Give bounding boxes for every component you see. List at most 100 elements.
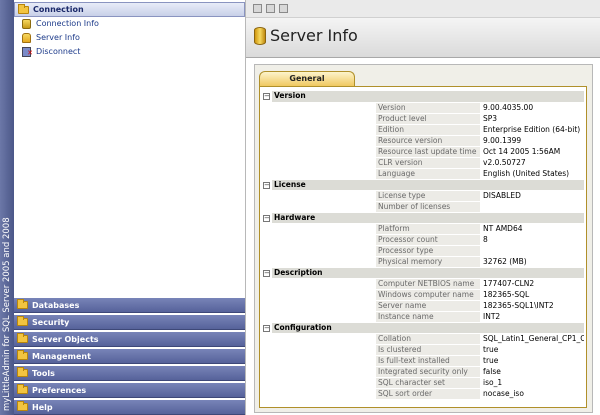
property-label: SQL sort order — [376, 388, 480, 400]
nav-item-server-info[interactable]: Server Info — [22, 32, 80, 44]
collapse-toggle-icon[interactable]: − — [262, 179, 272, 191]
collapse-toggle-icon[interactable]: − — [262, 267, 272, 279]
property-label: Platform — [376, 223, 480, 235]
print-icon[interactable] — [279, 4, 288, 13]
property-value: SP3 — [480, 113, 584, 125]
folder-icon — [17, 384, 28, 394]
folder-icon — [17, 316, 28, 326]
property-label: Number of licenses — [376, 201, 480, 213]
property-label: Windows computer name — [376, 289, 480, 301]
section-title: Version — [272, 91, 584, 103]
property-row: Number of licenses — [262, 201, 584, 213]
section-header[interactable]: − Version — [262, 91, 584, 103]
property-row: Windows computer name 182365-SQL — [262, 289, 584, 301]
property-row: CLR version v2.0.50727 — [262, 157, 584, 169]
property-row: Edition Enterprise Edition (64-bit) — [262, 124, 584, 136]
property-row: Instance name INT2 — [262, 311, 584, 323]
property-label: Is clustered — [376, 344, 480, 356]
property-row: Processor count 8 — [262, 234, 584, 246]
nav-group-label: Tools — [32, 368, 55, 378]
property-row: Is clustered true — [262, 344, 584, 356]
nav-group-label: Preferences — [32, 385, 87, 395]
property-value: 8 — [480, 234, 584, 246]
property-value — [480, 245, 584, 257]
folder-open-icon — [18, 3, 29, 14]
nav-group-connection[interactable]: Connection — [14, 2, 245, 17]
property-row: Physical memory 32762 (MB) — [262, 256, 584, 268]
property-label: Server name — [376, 300, 480, 312]
section-title: License — [272, 179, 584, 191]
toolbar — [246, 0, 600, 18]
folder-icon — [17, 350, 28, 360]
property-label: Is full-text installed — [376, 355, 480, 367]
property-value: v2.0.50727 — [480, 157, 584, 169]
property-label: Processor type — [376, 245, 480, 257]
section-header[interactable]: − Configuration — [262, 322, 584, 334]
page-header: Server Info — [246, 18, 600, 58]
nav-group-label: Connection — [33, 5, 84, 14]
property-value: 177407-CLN2 — [480, 278, 584, 290]
property-row: License type DISABLED — [262, 190, 584, 202]
property-row: Computer NETBIOS name 177407-CLN2 — [262, 278, 584, 290]
collapse-toggle-icon[interactable]: − — [262, 322, 272, 334]
property-value: SQL_Latin1_General_CP1_CI_AS — [480, 333, 584, 345]
folder-icon — [17, 333, 28, 343]
property-label: Integrated security only — [376, 366, 480, 378]
collapse-toggle-icon[interactable]: − — [262, 91, 272, 103]
nav-item-label: Server Info — [36, 33, 80, 42]
property-value: iso_1 — [480, 377, 584, 389]
nav-group-tools[interactable]: Tools — [14, 366, 245, 381]
property-row: Resource version 9.00.1399 — [262, 135, 584, 147]
nav-group-security[interactable]: Security — [14, 315, 245, 330]
property-value: 9.00.1399 — [480, 135, 584, 147]
nav-item-connection-info[interactable]: Connection Info — [22, 18, 99, 30]
nav-item-disconnect[interactable]: Disconnect — [22, 46, 80, 59]
section-title: Description — [272, 267, 584, 279]
tab-general[interactable]: General — [259, 71, 355, 86]
property-label: Edition — [376, 124, 480, 136]
export-icon[interactable] — [266, 4, 275, 13]
property-row: Version 9.00.4035.00 — [262, 102, 584, 114]
property-label: License type — [376, 190, 480, 202]
property-value: 182365-SQL1\INT2 — [480, 300, 584, 312]
property-value — [480, 201, 584, 213]
section-header[interactable]: − Hardware — [262, 212, 584, 224]
property-label: Instance name — [376, 311, 480, 323]
property-value: 182365-SQL — [480, 289, 584, 301]
nav-group-management[interactable]: Management — [14, 349, 245, 364]
folder-icon — [17, 299, 28, 309]
nav-group-label: Security — [32, 317, 70, 327]
refresh-icon[interactable] — [253, 4, 262, 13]
connection-icon — [22, 19, 31, 29]
property-label: Computer NETBIOS name — [376, 278, 480, 290]
property-value: INT2 — [480, 311, 584, 323]
nav-group-databases[interactable]: Databases — [14, 298, 245, 313]
section-header[interactable]: − License — [262, 179, 584, 191]
property-label: Language — [376, 168, 480, 180]
property-value: Enterprise Edition (64-bit) — [480, 124, 584, 136]
property-value: NT AMD64 — [480, 223, 584, 235]
nav-item-label: Connection Info — [36, 19, 99, 28]
nav-group-server-objects[interactable]: Server Objects — [14, 332, 245, 347]
property-row: Processor type — [262, 245, 584, 257]
property-value: English (United States) — [480, 168, 584, 180]
property-label: Version — [376, 102, 480, 114]
nav-group-help[interactable]: Help — [14, 400, 245, 415]
nav-group-preferences[interactable]: Preferences — [14, 383, 245, 398]
section-title: Hardware — [272, 212, 584, 224]
property-label: Product level — [376, 113, 480, 125]
property-row: CollationSQL_Latin1_General_CP1_CI_AS — [262, 333, 584, 345]
property-label: Collation — [376, 333, 480, 345]
property-label: SQL character set — [376, 377, 480, 389]
property-value: 32762 (MB) — [480, 256, 584, 268]
nav-group-label: Management — [32, 351, 91, 361]
collapse-toggle-icon[interactable]: − — [262, 212, 272, 224]
property-label: Processor count — [376, 234, 480, 246]
property-value: DISABLED — [480, 190, 584, 202]
folder-icon — [17, 367, 28, 377]
section-header[interactable]: − Description — [262, 267, 584, 279]
property-value: true — [480, 344, 584, 356]
properties-table: − Version Version 9.00.4035.00 Product level… — [262, 91, 584, 400]
nav-group-label: Help — [32, 402, 53, 412]
nav-group-label: Databases — [32, 300, 80, 310]
